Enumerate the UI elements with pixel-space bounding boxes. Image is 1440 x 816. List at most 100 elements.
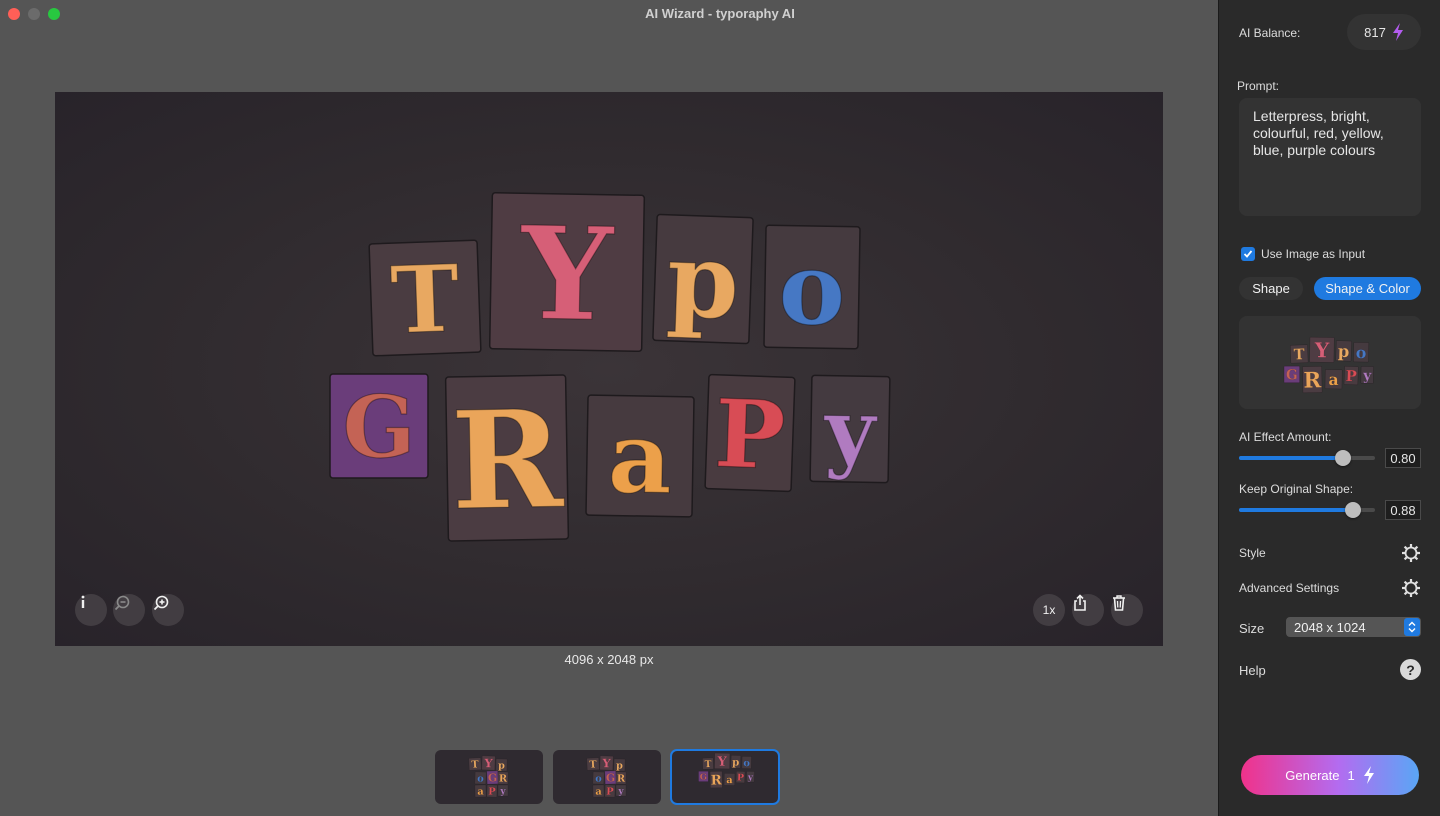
ai-effect-slider-handle[interactable] bbox=[1335, 450, 1351, 466]
image-canvas[interactable]: TYpo GRaPy 1x bbox=[55, 92, 1163, 646]
prompt-label: Prompt: bbox=[1237, 79, 1280, 93]
letter-tile-T: T bbox=[1290, 344, 1309, 364]
keep-shape-slider[interactable] bbox=[1239, 502, 1375, 518]
letter-tile-P: P bbox=[704, 373, 796, 493]
letter-tile-o: o bbox=[741, 756, 752, 769]
lightning-bolt-icon bbox=[1392, 23, 1403, 41]
checkmark-icon bbox=[1243, 250, 1253, 258]
letter-tile-p: p bbox=[495, 758, 508, 772]
svg-text:a: a bbox=[607, 400, 673, 516]
svg-text:T: T bbox=[389, 244, 461, 354]
svg-text:o: o bbox=[778, 229, 847, 348]
ai-balance-value: 817 bbox=[1364, 24, 1386, 40]
style-label: Style bbox=[1239, 546, 1266, 560]
history-thumbnail-3[interactable]: TYpo GRaPy bbox=[670, 749, 780, 805]
letter-tile-a: a bbox=[592, 784, 605, 798]
letter-tile-G: G bbox=[1283, 365, 1300, 384]
ai-effect-slider[interactable] bbox=[1239, 450, 1375, 466]
input-image-thumbnail: T Yp o G Ra Py bbox=[1283, 336, 1374, 394]
letter-tile-o: o bbox=[474, 771, 487, 785]
svg-text:G: G bbox=[1286, 367, 1298, 383]
letter-tile-p: p bbox=[1335, 340, 1352, 362]
letter-tile-T: T bbox=[468, 757, 482, 771]
svg-text:T: T bbox=[471, 759, 480, 770]
svg-text:p: p bbox=[616, 761, 623, 772]
letter-tile-P: P bbox=[486, 784, 498, 798]
share-icon bbox=[1074, 594, 1086, 611]
thumbnail-image: TYp oGRaPy bbox=[586, 755, 627, 798]
letter-tile-R: R bbox=[615, 771, 627, 785]
trash-icon bbox=[1113, 595, 1125, 611]
svg-text:o: o bbox=[595, 773, 602, 784]
image-dimensions-label: 4096 x 2048 px bbox=[564, 652, 654, 667]
ai-balance-label: AI Balance: bbox=[1239, 26, 1301, 40]
svg-text:y: y bbox=[617, 787, 624, 797]
letter-tile-T: T bbox=[702, 757, 714, 770]
keep-shape-slider-handle[interactable] bbox=[1345, 502, 1361, 518]
svg-text:Y: Y bbox=[1313, 338, 1329, 362]
letter-tile-a: a bbox=[474, 784, 487, 798]
generate-label: Generate bbox=[1285, 767, 1340, 783]
letter-tile-y: y bbox=[746, 771, 755, 783]
help-icon[interactable]: ? bbox=[1400, 659, 1421, 680]
letter-tile-T: T bbox=[586, 757, 600, 771]
svg-text:Y: Y bbox=[601, 756, 611, 770]
svg-text:P: P bbox=[488, 786, 496, 797]
zoom-in-button[interactable] bbox=[152, 594, 184, 626]
svg-text:P: P bbox=[737, 772, 744, 783]
letter-tile-p: p bbox=[613, 758, 626, 772]
svg-text:a: a bbox=[726, 775, 733, 786]
letter-tile-R: R bbox=[1302, 366, 1323, 394]
letter-tile-P: P bbox=[1343, 366, 1359, 385]
size-select[interactable]: 2048 x 1024 bbox=[1286, 617, 1421, 637]
letter-tile-P: P bbox=[604, 784, 616, 798]
keep-shape-value-field[interactable]: 0.88 bbox=[1385, 500, 1421, 520]
history-thumbnail-2[interactable]: TYp oGRaPy bbox=[553, 750, 661, 804]
ai-balance-pill: 817 bbox=[1347, 14, 1421, 50]
svg-text:P: P bbox=[1345, 367, 1357, 385]
letter-tile-R: R bbox=[709, 771, 723, 789]
svg-text:T: T bbox=[704, 759, 711, 770]
generated-image: T Yp o G Ra Py bbox=[329, 191, 891, 542]
mode-shape-color-button[interactable]: Shape & Color bbox=[1314, 277, 1421, 300]
share-button[interactable] bbox=[1072, 594, 1104, 626]
prompt-textarea[interactable]: Letterpress, bright, colourful, red, yel… bbox=[1239, 98, 1421, 216]
use-image-label[interactable]: Use Image as Input bbox=[1261, 247, 1365, 261]
generate-cost: 1 bbox=[1347, 767, 1355, 783]
letter-tile-R: R bbox=[497, 771, 509, 785]
history-thumbnail-1[interactable]: TYp oGRaPy bbox=[435, 750, 543, 804]
style-settings-button[interactable] bbox=[1401, 543, 1421, 563]
generate-button[interactable]: Generate 1 bbox=[1241, 755, 1419, 795]
svg-text:y: y bbox=[822, 379, 879, 482]
letter-tile-o: o bbox=[1353, 342, 1369, 362]
app-window: AI Wizard - typoraphy AI TYpoGRaPy 1x 40… bbox=[0, 0, 1440, 816]
use-image-checkbox[interactable] bbox=[1241, 247, 1255, 261]
delete-button[interactable] bbox=[1111, 594, 1143, 626]
help-label: Help bbox=[1239, 663, 1266, 678]
letter-tile-y: y bbox=[615, 784, 627, 797]
letter-tile-T: T bbox=[368, 239, 482, 357]
select-arrows-icon bbox=[1404, 618, 1420, 636]
svg-text:p: p bbox=[665, 220, 741, 343]
svg-text:a: a bbox=[1328, 370, 1339, 389]
letter-tile-Y: Y bbox=[599, 755, 614, 770]
advanced-settings-button[interactable] bbox=[1401, 578, 1421, 598]
svg-text:Y: Y bbox=[518, 199, 616, 351]
zoom-out-button[interactable] bbox=[113, 594, 145, 626]
letter-tile-o: o bbox=[592, 771, 605, 785]
svg-text:R: R bbox=[1303, 368, 1321, 393]
advanced-settings-label: Advanced Settings bbox=[1239, 581, 1340, 595]
zoom-level-button[interactable]: 1x bbox=[1033, 594, 1065, 626]
letter-tile-G: G bbox=[698, 771, 709, 783]
svg-text:o: o bbox=[477, 773, 484, 784]
svg-text:G: G bbox=[488, 771, 498, 784]
svg-text:p: p bbox=[498, 761, 505, 772]
info-button[interactable] bbox=[75, 594, 107, 626]
letter-tile-o: o bbox=[763, 224, 861, 350]
letter-tile-a: a bbox=[723, 773, 736, 786]
ai-effect-value-field[interactable]: 0.80 bbox=[1385, 448, 1421, 468]
mode-shape-button[interactable]: Shape bbox=[1239, 277, 1303, 300]
letter-tile-P: P bbox=[735, 771, 746, 784]
letter-tile-Y: Y bbox=[1309, 336, 1335, 363]
svg-text:p: p bbox=[1338, 341, 1350, 361]
